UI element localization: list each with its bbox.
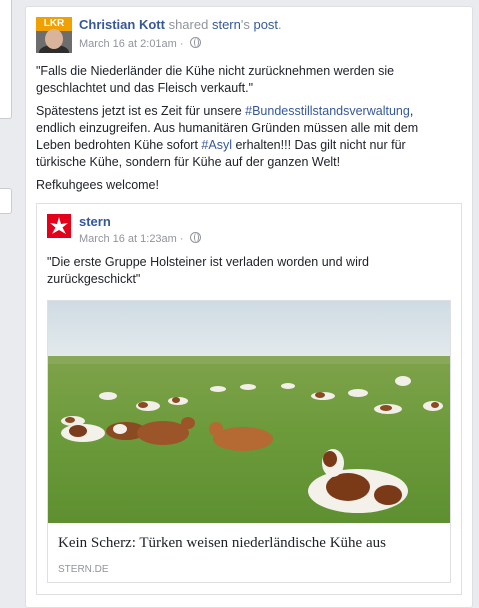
action-text: shared	[168, 17, 209, 32]
post-header: Christian Kott shared stern's post.	[79, 17, 282, 32]
source-possessive: 's	[240, 17, 250, 32]
globe-icon[interactable]	[189, 232, 201, 243]
post-paragraph-quote: "Falls die Niederländer die Kühe nicht z…	[36, 64, 395, 95]
post-paragraph-main: Spätestens jetzt ist es Zeit für unsere …	[36, 103, 446, 171]
avatar-face	[45, 29, 63, 49]
link-preview-domain: STERN.DE	[58, 564, 109, 575]
feed-post: LKR Christian Kott shared stern's post. …	[25, 6, 473, 608]
post-timestamp-link[interactable]: March 16 at 2:01am	[79, 38, 177, 50]
shared-page-name-link[interactable]: stern	[79, 214, 111, 229]
link-preview-image[interactable]	[48, 301, 450, 523]
post-text-segment: Spätestens jetzt ist es Zeit für unsere	[36, 104, 246, 118]
shared-meta-separator: ·	[179, 233, 184, 245]
shared-timestamp-link[interactable]: March 16 at 1:23am	[79, 233, 177, 245]
shared-post-card: stern March 16 at 1:23am · "Die erste Gr…	[36, 203, 462, 595]
hashtag-link-bundesstillstandsverwaltung[interactable]: #Bundesstillstandsverwaltung	[245, 104, 410, 118]
author-name-link[interactable]: Christian Kott	[79, 17, 165, 32]
meta-separator: ·	[179, 38, 184, 50]
stern-logo-icon[interactable]	[47, 214, 71, 238]
shared-post-meta: March 16 at 1:23am ·	[79, 232, 201, 245]
left-column-card-edge	[0, 0, 12, 119]
link-preview-card[interactable]: Kein Scherz: Türken weisen niederländisc…	[47, 300, 451, 583]
link-preview-title[interactable]: Kein Scherz: Türken weisen niederländisc…	[58, 535, 438, 552]
header-period: .	[278, 17, 282, 32]
shared-post-link[interactable]: post	[253, 17, 278, 32]
globe-icon[interactable]	[189, 37, 201, 48]
left-column-widget-edge	[0, 188, 12, 214]
shared-post-text: "Die erste Gruppe Holsteiner ist verlade…	[47, 255, 369, 286]
hashtag-link-asyl[interactable]: #Asyl	[201, 138, 232, 152]
cows-in-meadow-photo	[48, 301, 450, 523]
source-page-link[interactable]: stern	[212, 17, 241, 32]
post-meta: March 16 at 2:01am ·	[79, 37, 201, 50]
post-paragraph-closing: Refkuhgees welcome!	[36, 178, 159, 192]
author-avatar[interactable]: LKR	[36, 17, 72, 53]
post-body: "Falls die Niederländer die Kühe nicht z…	[36, 63, 446, 200]
